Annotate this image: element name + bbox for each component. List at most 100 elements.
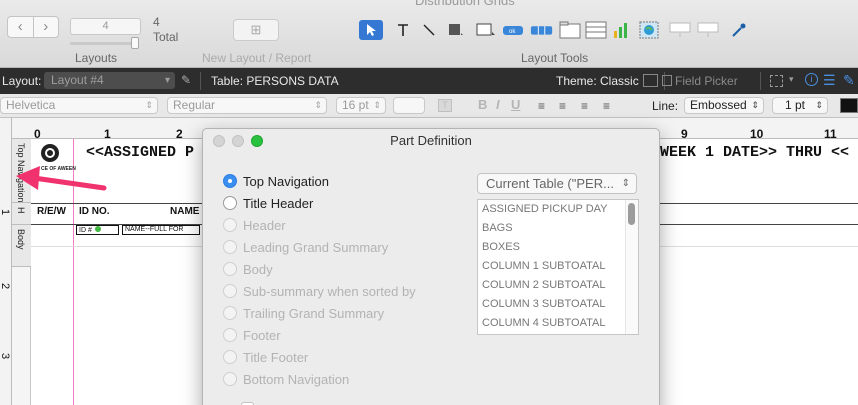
radio-label: Leading Grand Summary [243,239,389,255]
previous-layout-button[interactable]: ‹ [8,17,33,37]
column-label[interactable]: ID NO. [79,206,110,217]
line-tool[interactable] [417,20,441,40]
portal-tool[interactable] [584,20,608,40]
field-tool[interactable] [474,20,498,40]
layouts-label: Layouts [75,51,118,65]
web-viewer-tool[interactable] [637,20,661,40]
radio-label: Bottom Navigation [243,371,350,387]
slide-control-tool[interactable] [668,20,692,40]
align-left-icon[interactable]: ≡ [538,99,545,113]
underline-button[interactable]: U [511,97,520,112]
column-label[interactable]: NAME [170,206,199,217]
divider [760,72,761,90]
list-item[interactable]: BOXES [478,238,638,257]
layout-select[interactable]: Layout #4 ▾ [44,72,175,89]
italic-button[interactable]: I [496,97,500,112]
layout-number-field[interactable]: 4 [70,18,141,35]
id-field[interactable]: ID # [76,225,119,235]
line-label: Line: [652,99,679,113]
popover-button-tool[interactable] [696,20,720,40]
minimize-window-button[interactable] [232,135,244,147]
total-label: Total [153,30,179,44]
tab-control-tool[interactable] [558,20,582,40]
list-item[interactable]: ASSIGNED PICKUP DAY [478,200,638,219]
name-field[interactable]: NAME--FULL FOR [122,225,200,235]
layout-tools-label: Layout Tools [521,51,589,65]
layout-nav-buttons: ‹ › [7,16,59,38]
layout-label: Layout: [2,74,42,88]
radio-button[interactable] [223,174,237,188]
break-field-list[interactable]: ASSIGNED PICKUP DAY BAGS BOXES COLUMN 1 … [477,199,639,335]
button-tool[interactable]: ok [502,20,526,40]
header-merge-text[interactable]: <<ASSIGNED P [86,144,194,161]
chart-tool[interactable] [610,20,634,40]
text-tool[interactable] [391,20,415,40]
chevron-updown-icon: ⇕ [751,100,759,110]
line-style-select[interactable]: Embossed ⇕ [684,97,764,114]
align-right-icon[interactable]: ≡ [581,99,588,113]
layout-slider-track[interactable] [70,42,138,45]
list-item[interactable]: COLUMN 2 SUBTOATAL [478,276,638,295]
format-painter-tool[interactable] [727,20,751,40]
next-layout-button[interactable]: › [32,17,59,37]
table-select[interactable]: Current Table ("PER... ⇕ [477,173,637,194]
radio-button[interactable] [223,196,237,210]
pointer-tool[interactable] [359,20,383,40]
ruler-mark: 3 [0,352,12,360]
line-width-select[interactable]: 1 pt ⇕ [772,97,828,114]
appearance-icon[interactable]: ✎ [843,72,855,89]
font-select[interactable]: Helvetica ⇕ [0,97,158,114]
new-layout-icon: ⊞ [250,22,262,37]
part-type-title-header[interactable]: Title Header [223,194,313,212]
list-item[interactable]: BAGS [478,219,638,238]
ruler-mark: 2 [0,282,12,290]
layers-icon[interactable]: ☰ [823,72,836,89]
ruler-mark: 9 [681,127,688,141]
radio-label: Top Navigation [243,173,329,189]
close-window-button[interactable] [213,135,225,147]
style-select[interactable]: Regular ⇕ [167,97,327,114]
portal-icon [585,21,607,39]
new-layout-button[interactable]: ⊞ [233,19,279,41]
text-color-well[interactable] [393,97,425,114]
chevron-down-icon[interactable]: ▾ [789,74,794,85]
list-item[interactable]: COLUMN 4 SUBTOATAL [478,314,638,333]
part-tab-label: H [16,207,26,214]
list-item[interactable]: COLUMN 1 SUBTOATAL [478,257,638,276]
list-item[interactable]: COLUMN 3 SUBTOATAL [478,295,638,314]
edit-layout-name-icon[interactable]: ✎ [181,73,191,87]
text-highlight-icon[interactable]: T [438,99,452,112]
field-picker-button[interactable]: Field Picker [675,74,738,88]
align-center-icon[interactable]: ≡ [559,99,566,113]
line-color-well[interactable] [840,98,858,113]
scrollbar-thumb[interactable] [628,203,635,225]
radio-button [223,372,237,386]
select-objects-icon[interactable] [770,75,783,87]
divider [200,72,201,90]
align-justify-icon[interactable]: ≡ [603,99,610,113]
rectangle-icon [449,24,463,35]
shape-tool[interactable] [444,20,468,40]
header-merge-text[interactable]: WEEK 1 DATE>> THRU << [660,144,849,161]
info-icon[interactable]: i [805,73,818,86]
chart-icon [614,23,627,38]
radio-button [223,218,237,232]
chevron-down-icon: ▾ [164,75,170,86]
button-bar-tool[interactable] [530,20,554,40]
field-picker-icon[interactable] [662,75,672,86]
scrollbar[interactable] [625,200,638,334]
zoom-window-button[interactable] [251,135,263,147]
part-tab-body[interactable]: Body [12,225,31,267]
layout-slider-knob[interactable] [131,37,139,49]
part-type-top-navigation[interactable]: Top Navigation [223,172,329,190]
font-size-select[interactable]: 16 pt ⇕ [336,97,386,114]
part-definition-dialog: Part Definition Top Navigation Title Hea… [202,128,660,405]
part-type-header: Header [223,216,286,234]
change-theme-icon[interactable] [643,74,658,87]
pointer-icon [367,24,376,36]
line-icon [423,24,435,36]
part-tab-header[interactable]: H [12,203,31,225]
bold-button[interactable]: B [478,97,487,112]
field-name: ID # [79,227,92,234]
column-label[interactable]: R/E/W [37,206,66,217]
